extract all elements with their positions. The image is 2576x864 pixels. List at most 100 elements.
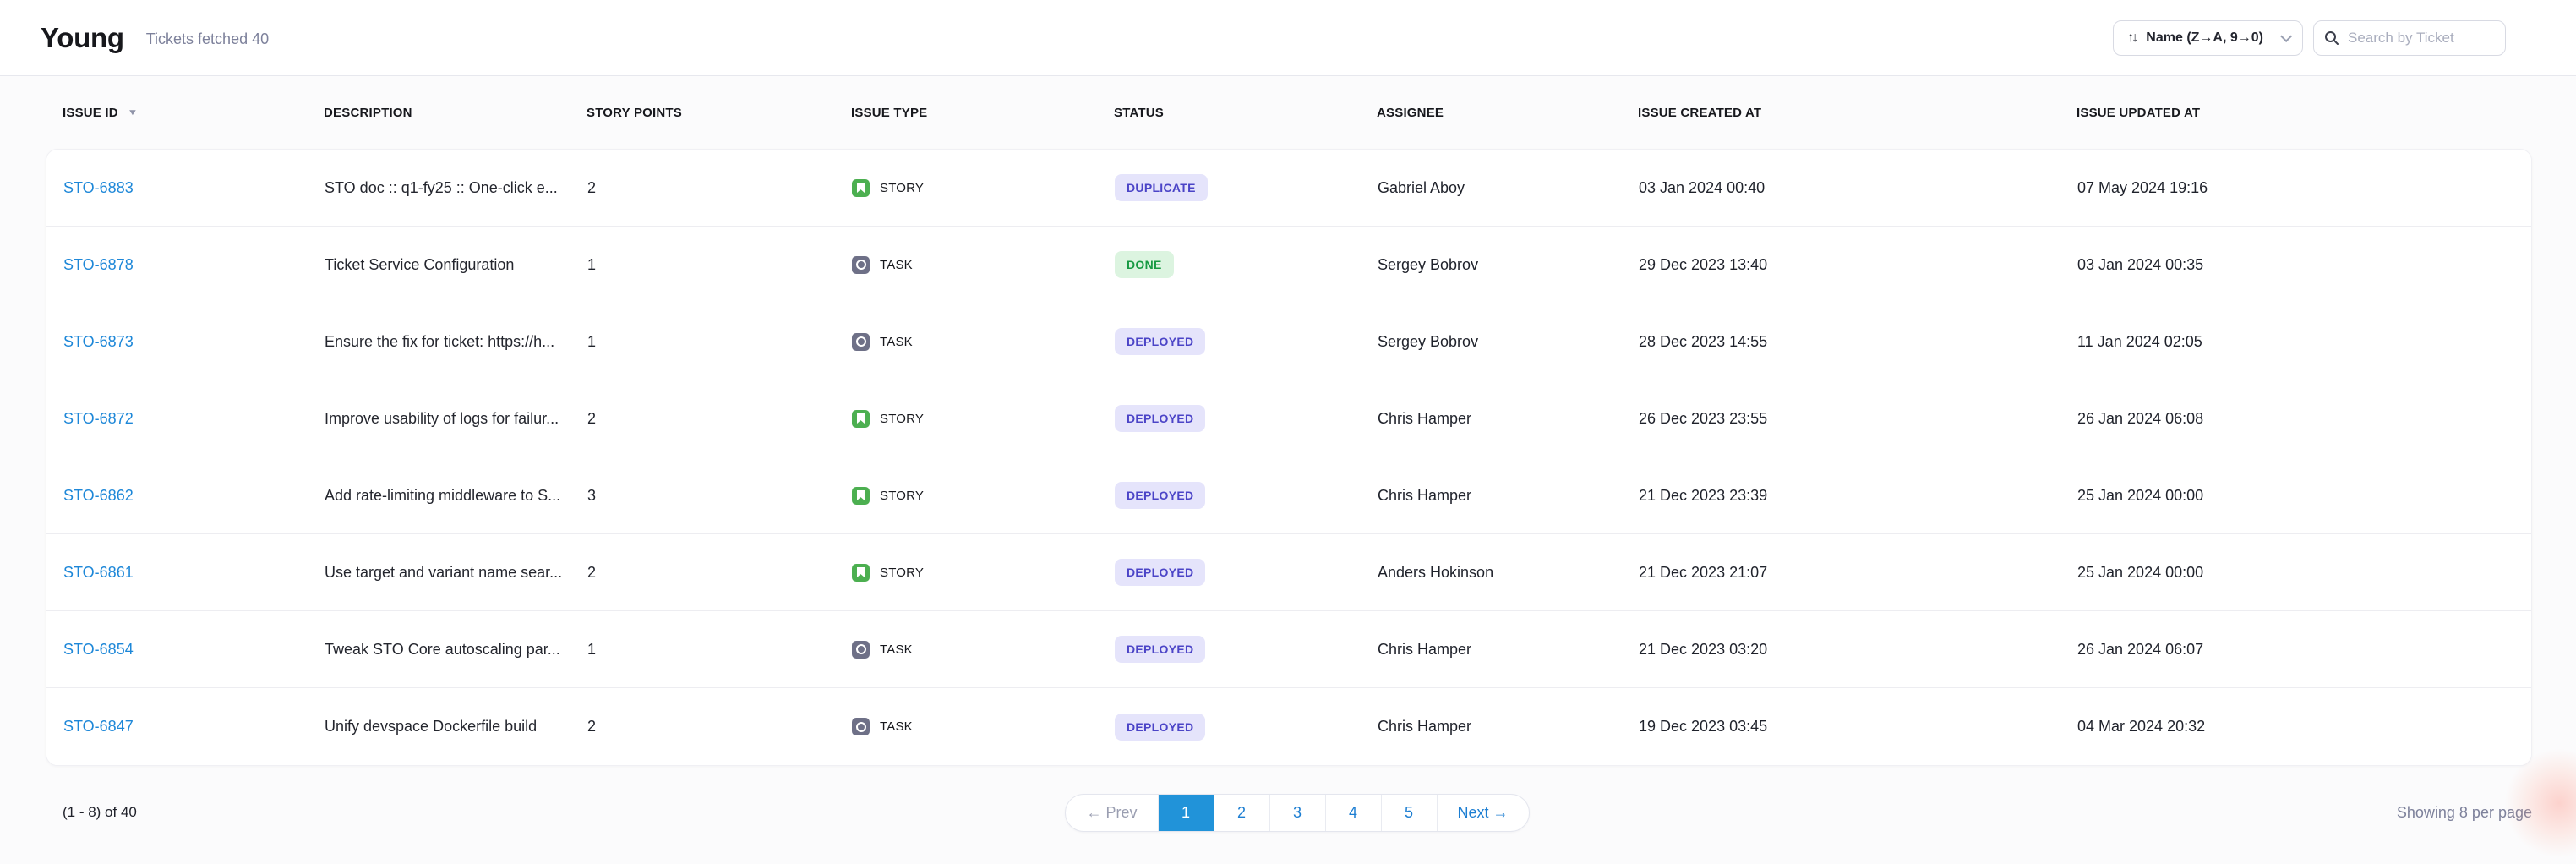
- per-page-text: Showing 8 per page: [2245, 804, 2532, 822]
- table-row: STO-6862 Add rate-limiting middleware to…: [46, 457, 2531, 534]
- updated-at-cell: 03 Jan 2024 00:35: [2077, 256, 2514, 274]
- tickets-table: ISSUE ID ▼ DESCRIPTION STORY POINTS ISSU…: [0, 76, 2576, 766]
- column-header-assignee: ASSIGNEE: [1377, 106, 1638, 120]
- updated-at-cell: 26 Jan 2024 06:08: [2077, 410, 2514, 428]
- assignee-cell: Chris Hamper: [1378, 641, 1639, 659]
- issue-type-cell: TASK: [852, 641, 1115, 659]
- issue-type-label: STORY: [880, 181, 924, 195]
- next-page-button[interactable]: Next →: [1437, 795, 1529, 831]
- created-at-cell: 03 Jan 2024 00:40: [1639, 179, 2077, 197]
- issue-id-link[interactable]: STO-6861: [63, 564, 325, 582]
- story-points-cell: 2: [587, 718, 852, 735]
- search-box[interactable]: [2313, 20, 2506, 56]
- description-cell: Improve usability of logs for failur...: [325, 410, 587, 428]
- table-row: STO-6878 Ticket Service Configuration 1 …: [46, 227, 2531, 303]
- pagination: ← Prev 1 2 3 4 5 Next →: [1065, 794, 1529, 832]
- search-input[interactable]: [2348, 30, 2495, 46]
- column-header-issue-created-at: ISSUE CREATED AT: [1638, 106, 2077, 120]
- page-button-4[interactable]: 4: [1325, 795, 1381, 831]
- status-badge: DUPLICATE: [1115, 174, 1208, 201]
- created-at-cell: 28 Dec 2023 14:55: [1639, 333, 2077, 351]
- created-at-cell: 19 Dec 2023 03:45: [1639, 718, 2077, 735]
- description-cell: Ensure the fix for ticket: https://h...: [325, 333, 587, 351]
- topbar: Young Tickets fetched 40 ↑↓ Name (Z→A, 9…: [0, 0, 2576, 76]
- issue-id-link[interactable]: STO-6854: [63, 641, 325, 659]
- tickets-fetched-count: Tickets fetched 40: [146, 30, 269, 48]
- issue-type-icon: [852, 179, 870, 197]
- column-header-issue-id[interactable]: ISSUE ID ▼: [63, 106, 324, 120]
- table-row: STO-6883 STO doc :: q1-fy25 :: One-click…: [46, 150, 2531, 227]
- story-points-cell: 2: [587, 564, 852, 582]
- assignee-cell: Chris Hamper: [1378, 487, 1639, 505]
- assignee-cell: Sergey Bobrov: [1378, 256, 1639, 274]
- created-at-cell: 21 Dec 2023 21:07: [1639, 564, 2077, 582]
- prev-page-button[interactable]: ← Prev: [1066, 795, 1157, 831]
- issue-id-link[interactable]: STO-6862: [63, 487, 325, 505]
- issue-type-label: STORY: [880, 489, 924, 503]
- created-at-cell: 21 Dec 2023 23:39: [1639, 487, 2077, 505]
- issue-type-icon: [852, 641, 870, 659]
- story-points-cell: 2: [587, 410, 852, 428]
- assignee-cell: Chris Hamper: [1378, 410, 1639, 428]
- issue-id-link[interactable]: STO-6883: [63, 179, 325, 197]
- page-button-1[interactable]: 1: [1158, 795, 1214, 831]
- created-at-cell: 26 Dec 2023 23:55: [1639, 410, 2077, 428]
- issue-type-icon: [852, 410, 870, 428]
- column-header-issue-type: ISSUE TYPE: [851, 106, 1114, 120]
- issue-type-cell: TASK: [852, 256, 1115, 274]
- issue-type-cell: STORY: [852, 564, 1115, 582]
- updated-at-cell: 26 Jan 2024 06:07: [2077, 641, 2514, 659]
- description-cell: Unify devspace Dockerfile build: [325, 718, 587, 735]
- page-button-5[interactable]: 5: [1381, 795, 1437, 831]
- table-header-row: ISSUE ID ▼ DESCRIPTION STORY POINTS ISSU…: [46, 76, 2532, 149]
- created-at-cell: 21 Dec 2023 03:20: [1639, 641, 2077, 659]
- issue-type-label: TASK: [880, 719, 913, 734]
- issue-id-link[interactable]: STO-6878: [63, 256, 325, 274]
- issue-type-cell: STORY: [852, 179, 1115, 197]
- issue-type-icon: [852, 718, 870, 735]
- updated-at-cell: 25 Jan 2024 00:00: [2077, 487, 2514, 505]
- story-points-cell: 1: [587, 333, 852, 351]
- issue-type-icon: [852, 564, 870, 582]
- issue-type-label: STORY: [880, 566, 924, 580]
- issue-type-cell: STORY: [852, 410, 1115, 428]
- issue-id-link[interactable]: STO-6873: [63, 333, 325, 351]
- result-range-text: (1 - 8) of 40: [63, 804, 350, 821]
- created-at-cell: 29 Dec 2023 13:40: [1639, 256, 2077, 274]
- issue-type-label: TASK: [880, 643, 913, 657]
- column-header-status: STATUS: [1114, 106, 1377, 120]
- status-badge: DEPLOYED: [1115, 714, 1205, 741]
- description-cell: Add rate-limiting middleware to S...: [325, 487, 587, 505]
- status-badge: DEPLOYED: [1115, 405, 1205, 432]
- issue-type-icon: [852, 487, 870, 505]
- sort-dropdown[interactable]: ↑↓ Name (Z→A, 9→0): [2113, 20, 2303, 56]
- table-row: STO-6873 Ensure the fix for ticket: http…: [46, 303, 2531, 380]
- issue-id-link[interactable]: STO-6872: [63, 410, 325, 428]
- column-header-story-points: STORY POINTS: [587, 106, 851, 120]
- assignee-cell: Chris Hamper: [1378, 718, 1639, 735]
- status-badge: DEPLOYED: [1115, 636, 1205, 663]
- issue-type-label: STORY: [880, 412, 924, 426]
- description-cell: Use target and variant name sear...: [325, 564, 587, 582]
- updated-at-cell: 25 Jan 2024 00:00: [2077, 564, 2514, 582]
- page-button-3[interactable]: 3: [1269, 795, 1325, 831]
- story-points-cell: 2: [587, 179, 852, 197]
- issue-type-icon: [852, 256, 870, 274]
- story-points-cell: 1: [587, 641, 852, 659]
- issue-type-cell: STORY: [852, 487, 1115, 505]
- description-cell: Ticket Service Configuration: [325, 256, 587, 274]
- page-button-2[interactable]: 2: [1214, 795, 1269, 831]
- story-points-cell: 3: [587, 487, 852, 505]
- story-points-cell: 1: [587, 256, 852, 274]
- issue-type-cell: TASK: [852, 333, 1115, 351]
- status-badge: DEPLOYED: [1115, 559, 1205, 586]
- search-icon: [2324, 30, 2339, 46]
- updated-at-cell: 07 May 2024 19:16: [2077, 179, 2514, 197]
- status-badge: DEPLOYED: [1115, 328, 1205, 355]
- issue-type-icon: [852, 333, 870, 351]
- assignee-cell: Sergey Bobrov: [1378, 333, 1639, 351]
- table-card: STO-6883 STO doc :: q1-fy25 :: One-click…: [46, 149, 2532, 766]
- table-row: STO-6854 Tweak STO Core autoscaling par.…: [46, 611, 2531, 688]
- issue-type-cell: TASK: [852, 718, 1115, 735]
- issue-id-link[interactable]: STO-6847: [63, 718, 325, 735]
